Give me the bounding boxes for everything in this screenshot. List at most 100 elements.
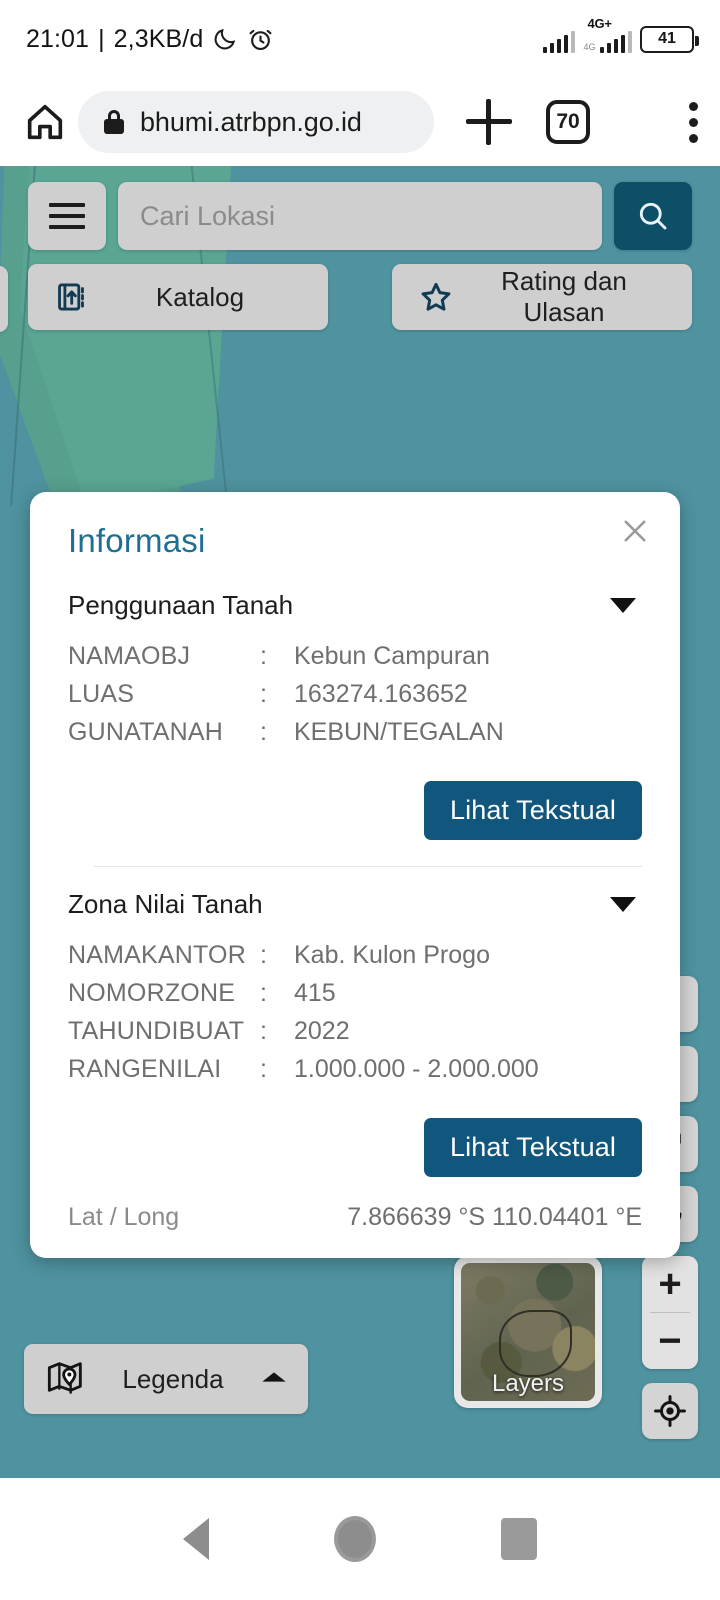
layers-label: Layers — [491, 1370, 565, 1397]
attr-value: KEBUN/TEGALAN — [294, 718, 504, 746]
section-action-row: Lihat Tekstual — [68, 781, 642, 840]
attributes-table: NAMAKANTOR : Kab. Kulon Progo NOMORZONE … — [68, 936, 642, 1088]
katalog-label: Katalog — [155, 281, 245, 312]
recents-square-icon[interactable] — [501, 1518, 538, 1560]
attr-value: 1.000.000 - 2.000.000 — [294, 1055, 539, 1083]
zoom-out-button[interactable]: − — [642, 1313, 698, 1369]
attr-key: TAHUNDIBUAT — [68, 1017, 245, 1045]
attr-value: Kab. Kulon Progo — [294, 941, 490, 969]
search-icon — [639, 202, 667, 230]
lock-icon — [104, 110, 124, 134]
attr-value: 415 — [294, 979, 336, 1007]
latlong-label: Lat / Long — [68, 1203, 180, 1231]
locate-crosshair-icon — [654, 1395, 686, 1427]
zoom-controls: + − — [642, 1256, 698, 1369]
url-text: bhumi.atrbpn.go.id — [140, 106, 362, 137]
battery-indicator: 41 — [640, 25, 699, 53]
moon-icon — [214, 28, 236, 50]
section-header[interactable]: Penggunaan Tanah — [68, 590, 642, 621]
attr-key: GUNATANAH — [68, 718, 224, 746]
map-search-row: Cari Lokasi — [0, 182, 720, 250]
table-row: LUAS : 163274.163652 — [68, 675, 642, 713]
battery-level-label: 41 — [658, 30, 676, 47]
attr-key: NOMORZONE — [68, 979, 236, 1007]
attr-separator: : — [260, 680, 267, 708]
section-header[interactable]: Zona Nilai Tanah — [68, 889, 642, 920]
signal-bars-sim1-icon — [542, 30, 576, 53]
attr-key: LUAS — [68, 680, 135, 708]
latlong-row: Lat / Long 7.866639 °S 110.04401 °E — [68, 1203, 642, 1232]
table-row: RANGENILAI : 1.000.000 - 2.000.000 — [68, 1050, 642, 1088]
tab-count-label: 70 — [556, 110, 580, 133]
attr-separator: : — [260, 1055, 267, 1083]
catalog-book-icon — [50, 280, 94, 314]
search-input[interactable]: Cari Lokasi — [118, 182, 602, 250]
network-type-label: 4G+ — [587, 15, 612, 31]
latlong-value: 7.866639 °S 110.04401 °E — [347, 1203, 642, 1231]
signal-bars-sim2-icon — [599, 30, 632, 53]
section-divider — [94, 866, 642, 867]
address-bar[interactable]: bhumi.atrbpn.go.id — [78, 91, 434, 153]
new-tab-button[interactable] — [466, 99, 512, 145]
phone-screen: 21:01 | 2,3KB/d 4G+ 4G 41 bhumi.atrbpn.g… — [0, 0, 720, 1600]
layers-button[interactable]: Layers — [454, 1256, 602, 1408]
status-time: 21:01 — [26, 24, 90, 53]
legenda-label: Legenda — [122, 1363, 224, 1394]
status-bar-left: 21:01 | 2,3KB/d — [26, 25, 274, 54]
rating-label: Rating dan Ulasan — [501, 266, 627, 327]
hamburger-menu-icon[interactable] — [28, 182, 106, 250]
home-icon[interactable] — [22, 99, 68, 145]
attr-separator: : — [260, 642, 267, 670]
table-row: NAMAKANTOR : Kab. Kulon Progo — [68, 936, 642, 974]
home-circle-icon[interactable] — [333, 1516, 376, 1562]
section-zona-nilai-tanah: Zona Nilai Tanah NAMAKANTOR : Kab. Kulon… — [68, 889, 642, 1177]
search-placeholder: Cari Lokasi — [140, 200, 276, 231]
legenda-button[interactable]: Legenda — [24, 1344, 308, 1414]
table-row: TAHUNDIBUAT : 2022 — [68, 1012, 642, 1050]
page-title: Informasi — [68, 522, 206, 559]
tab-switcher-button[interactable]: 70 — [546, 100, 590, 144]
browser-menu-button[interactable] — [688, 101, 698, 143]
status-separator: | — [98, 24, 105, 53]
locate-button[interactable] — [642, 1383, 698, 1439]
table-row: GUNATANAH : KEBUN/TEGALAN — [68, 713, 642, 751]
search-button[interactable] — [614, 182, 692, 250]
status-bar: 21:01 | 2,3KB/d 4G+ 4G 41 — [0, 0, 720, 78]
info-panel: Informasi Penggunaan Tanah NAMAOBJ : Keb… — [30, 492, 680, 1258]
browser-toolbar: bhumi.atrbpn.go.id 70 — [0, 78, 720, 166]
rating-button[interactable]: Rating dan Ulasan — [392, 264, 692, 330]
chevron-down-icon[interactable] — [610, 598, 636, 613]
katalog-button[interactable]: Katalog — [28, 264, 328, 330]
attr-key: NAMAKANTOR — [68, 941, 246, 969]
lihat-tekstual-button[interactable]: Lihat Tekstual — [423, 781, 642, 840]
section-heading: Zona Nilai Tanah — [68, 889, 263, 919]
map-pin-legend-icon — [44, 1357, 86, 1402]
android-nav-bar — [0, 1478, 720, 1600]
back-triangle-icon[interactable] — [182, 1518, 209, 1560]
star-icon — [414, 279, 458, 315]
lihat-tekstual-button[interactable]: Lihat Tekstual — [423, 1118, 642, 1177]
chevron-up-icon — [260, 1367, 288, 1392]
section-penggunaan-tanah: Penggunaan Tanah NAMAOBJ : Kebun Campura… — [68, 590, 642, 840]
attr-key: RANGENILAI — [68, 1055, 222, 1083]
map-toolbar: Cari Lokasi Katalog Rating dan Ulasan — [0, 182, 720, 330]
map-canvas[interactable]: Cari Lokasi Katalog Rating dan Ulasan + … — [0, 166, 720, 1478]
attr-separator: : — [260, 979, 267, 1007]
attr-separator: : — [260, 941, 267, 969]
map-chip-row: Katalog Rating dan Ulasan — [0, 264, 720, 330]
status-bar-right: 4G+ 4G 41 — [542, 16, 699, 53]
network-sub-label: 4G — [583, 41, 596, 52]
table-row: NAMAOBJ : Kebun Campuran — [68, 637, 642, 675]
table-row: NOMORZONE : 415 — [68, 974, 642, 1012]
attr-value: Kebun Campuran — [294, 642, 490, 670]
attr-separator: : — [260, 718, 267, 746]
attr-key: NAMAOBJ — [68, 642, 191, 670]
chevron-down-icon[interactable] — [610, 897, 636, 912]
zoom-in-button[interactable]: + — [642, 1256, 698, 1312]
section-action-row: Lihat Tekstual — [68, 1118, 642, 1177]
close-icon[interactable] — [618, 514, 652, 548]
alarm-icon — [249, 29, 272, 50]
section-heading: Penggunaan Tanah — [68, 590, 294, 620]
attr-value: 163274.163652 — [294, 680, 468, 708]
status-data-rate: 2,3KB/d — [113, 24, 204, 53]
